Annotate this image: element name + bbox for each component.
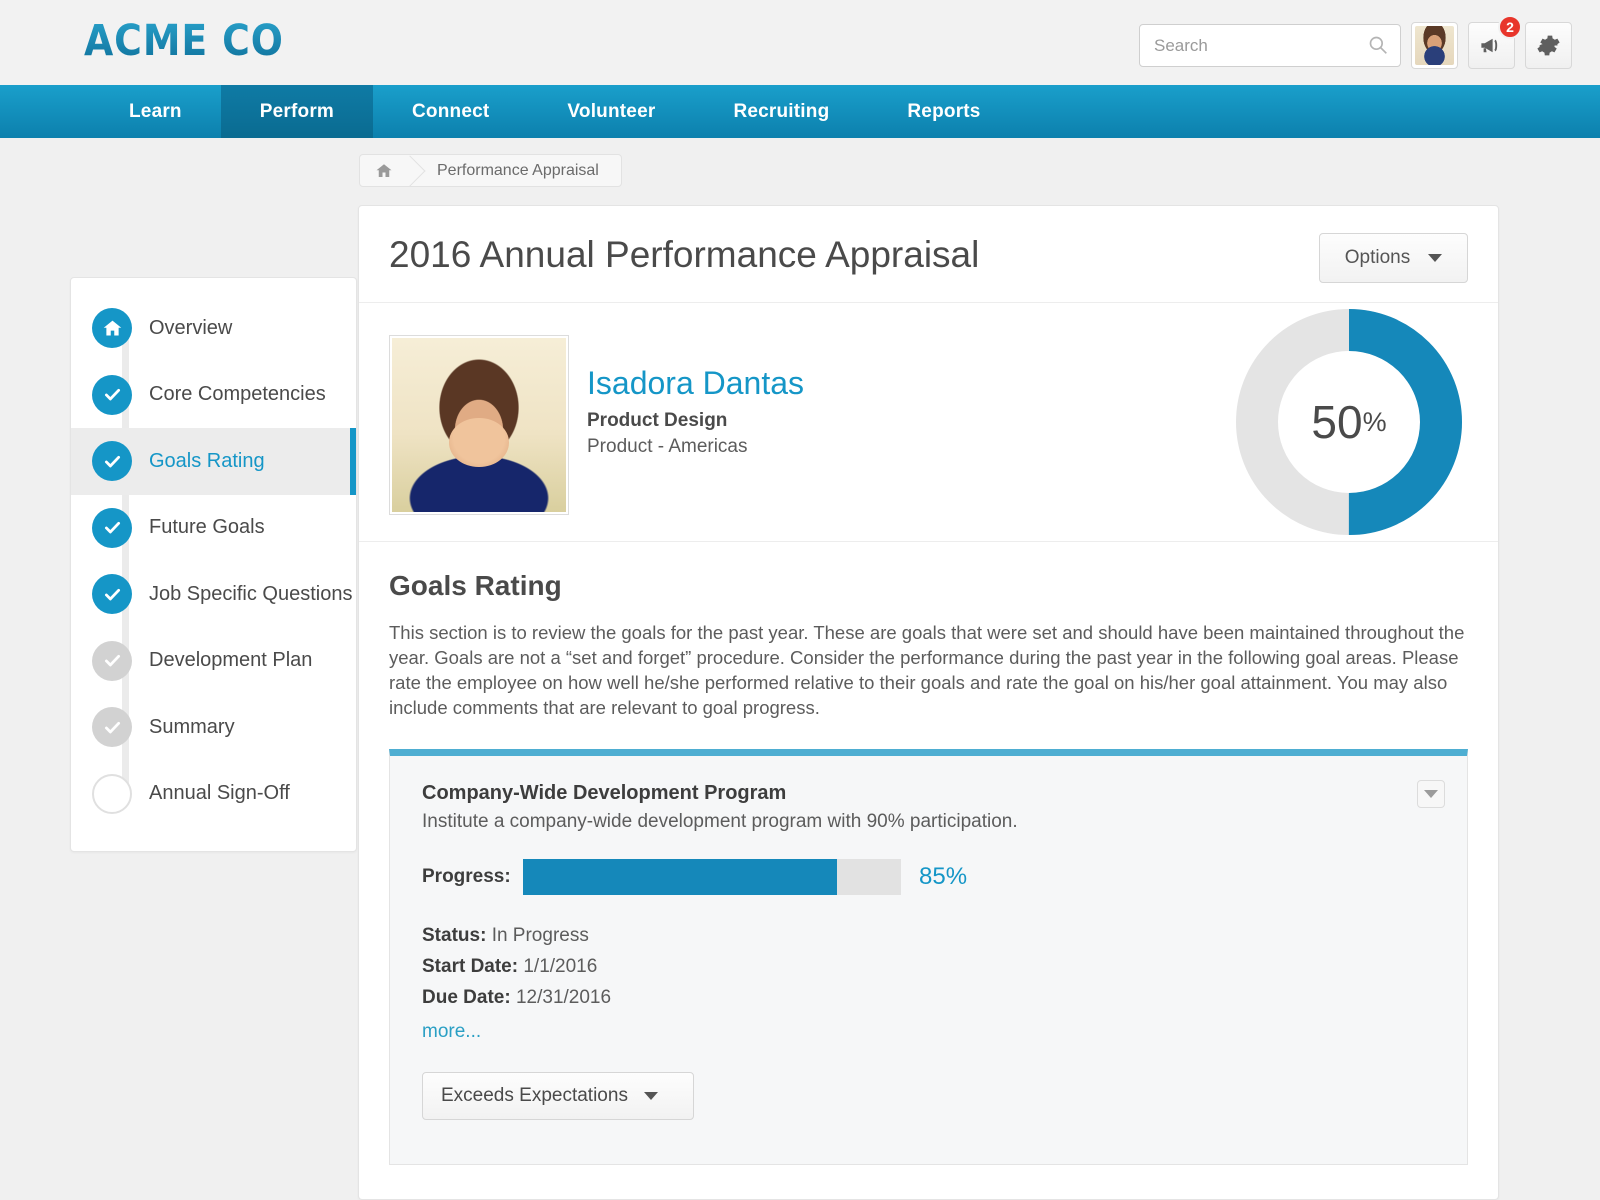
company-logo: ACME CO [84,16,284,66]
sidebar-item-label: Core Competencies [149,383,326,406]
avatar[interactable] [1411,22,1458,69]
megaphone-icon [1478,32,1505,59]
chevron-down-icon [644,1092,658,1100]
sidebar-item-development-plan[interactable]: Development Plan [71,628,356,695]
goal-rating-select[interactable]: Exceeds Expectations [422,1072,694,1120]
sidebar-item-annual-sign-off[interactable]: Annual Sign-Off [71,761,356,828]
employee-job-title: Product Design [587,410,804,432]
top-bar: ACME CO 2 [0,0,1600,85]
progress-bar-fill [523,859,837,895]
employee-details: Isadora Dantas Product Design Product - … [587,335,804,458]
nav-item-learn[interactable]: Learn [90,85,221,138]
goals-rating-section: Goals Rating This section is to review t… [359,542,1498,721]
completion-value: 50 [1311,395,1362,449]
due-date-value: 12/31/2016 [516,987,611,1008]
goal-status-line: Status: In Progress [422,921,1437,952]
goal-collapse-button[interactable] [1417,780,1445,808]
page-title: 2016 Annual Performance Appraisal [389,234,1468,276]
due-date-label: Due Date: [422,987,511,1008]
appraisal-main-panel: 2016 Annual Performance Appraisal Option… [358,205,1499,1200]
main-navigation: Learn Perform Connect Volunteer Recruiti… [0,85,1600,138]
progress-percent-label: 85% [919,863,967,891]
section-title: Goals Rating [389,570,1468,602]
options-button[interactable]: Options [1319,233,1468,283]
search-input[interactable] [1139,24,1401,67]
sidebar-item-label: Overview [149,317,232,340]
sidebar-item-future-goals[interactable]: Future Goals [71,495,356,562]
avatar-image [1415,26,1454,65]
sidebar-item-label: Summary [149,716,235,739]
settings-button[interactable] [1525,22,1572,69]
sidebar-item-goals-rating[interactable]: Goals Rating [71,428,356,495]
check-circle-icon [92,707,132,747]
breadcrumb-current[interactable]: Performance Appraisal [423,155,621,186]
home-icon [375,162,393,180]
breadcrumb: Performance Appraisal [359,154,622,187]
topbar-actions: 2 [1139,22,1572,69]
sidebar-item-label: Development Plan [149,649,312,672]
employee-photo-image [392,338,566,512]
breadcrumb-separator [407,155,423,186]
notification-badge: 2 [1498,15,1522,39]
search-box [1139,24,1401,67]
nav-item-reports[interactable]: Reports [868,85,1019,138]
options-button-label: Options [1345,247,1410,269]
check-circle-icon [92,508,132,548]
chevron-down-icon [1424,790,1438,798]
status-label: Status: [422,925,486,946]
employee-name[interactable]: Isadora Dantas [587,365,804,402]
check-circle-icon [92,441,132,481]
employee-org: Product - Americas [587,436,804,458]
completion-donut-chart: 50% [1236,309,1462,535]
check-circle-icon [92,641,132,681]
goal-progress-row: Progress: 85% [422,859,1437,895]
sidebar-item-label: Annual Sign-Off [149,782,290,805]
sidebar-item-summary[interactable]: Summary [71,694,356,761]
goal-start-date-line: Start Date: 1/1/2016 [422,952,1437,983]
completion-percent-label: 50% [1236,309,1462,535]
progress-bar [523,859,901,895]
goal-description: Institute a company-wide development pro… [422,811,1437,833]
nav-item-recruiting[interactable]: Recruiting [694,85,868,138]
status-value: In Progress [492,925,589,946]
goal-metadata: Status: In Progress Start Date: 1/1/2016… [422,921,1437,1043]
goal-title: Company-Wide Development Program [422,782,1437,805]
home-step-icon [92,308,132,348]
sidebar-item-job-specific-questions[interactable]: Job Specific Questions [71,561,356,628]
progress-label: Progress: [422,866,523,888]
goal-more-link[interactable]: more... [422,1021,481,1043]
goal-rating-value: Exceeds Expectations [441,1085,628,1107]
sidebar-item-overview[interactable]: Overview [71,295,356,362]
sidebar-item-label: Goals Rating [149,450,265,473]
empty-circle-icon [92,774,132,814]
search-icon[interactable] [1368,35,1388,55]
gear-icon [1535,32,1562,59]
sidebar-item-core-competencies[interactable]: Core Competencies [71,362,356,429]
card-header: 2016 Annual Performance Appraisal Option… [359,206,1498,303]
goal-card: Company-Wide Development Program Institu… [389,749,1468,1165]
sidebar-item-label: Future Goals [149,516,265,539]
nav-item-volunteer[interactable]: Volunteer [528,85,694,138]
chevron-down-icon [1428,254,1442,262]
nav-item-perform[interactable]: Perform [221,85,373,138]
section-description: This section is to review the goals for … [389,621,1468,721]
start-date-label: Start Date: [422,956,518,977]
check-circle-icon [92,574,132,614]
nav-item-connect[interactable]: Connect [373,85,528,138]
percent-sign: % [1363,409,1387,436]
check-circle-icon [92,375,132,415]
start-date-value: 1/1/2016 [523,956,597,977]
employee-profile: Isadora Dantas Product Design Product - … [359,303,1498,542]
sidebar-item-label: Job Specific Questions [149,583,352,606]
appraisal-step-sidebar: Overview Core Competencies Goals Rating … [70,277,357,852]
goal-due-date-line: Due Date: 12/31/2016 [422,983,1437,1014]
announcements-button[interactable]: 2 [1468,22,1515,69]
employee-photo [389,335,569,515]
